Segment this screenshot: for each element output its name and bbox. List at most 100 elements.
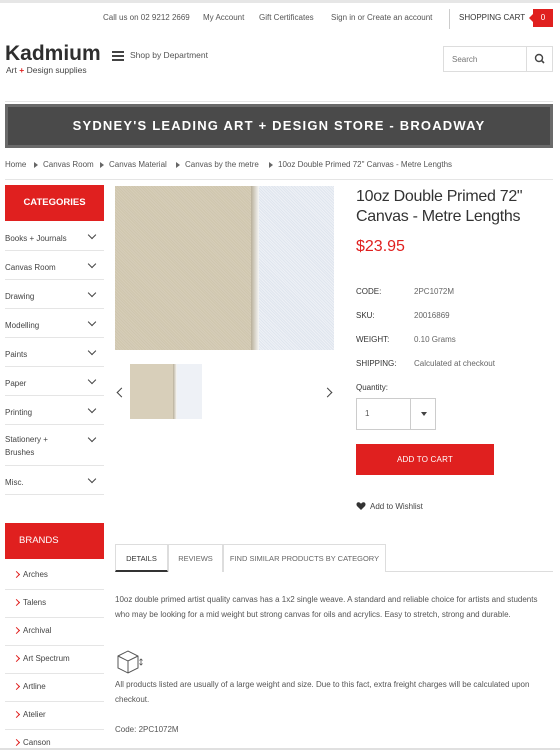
search-icon xyxy=(534,53,545,64)
category-drawing[interactable]: Drawing xyxy=(5,281,104,309)
chevron-right-icon xyxy=(12,598,21,607)
hamburger-icon xyxy=(112,51,124,61)
category-printing[interactable]: Printing xyxy=(5,397,104,425)
next-image-arrow-icon[interactable] xyxy=(322,387,333,398)
spec-value: 0.10 Grams xyxy=(414,335,456,344)
category-label: Paper xyxy=(5,379,27,388)
heart-icon xyxy=(356,502,366,510)
canvas-fold xyxy=(251,186,259,350)
category-modelling[interactable]: Modelling xyxy=(5,310,104,338)
canvas-primed-side xyxy=(255,186,334,350)
search-input[interactable] xyxy=(444,47,528,71)
chevron-right-icon xyxy=(12,570,21,579)
category-label: Modelling xyxy=(5,321,40,330)
shopping-cart-link[interactable]: SHOPPING CART xyxy=(459,13,525,22)
brand-label: Art Spectrum xyxy=(23,654,70,663)
logo-tagline-design: Design supplies xyxy=(26,65,87,75)
product-title: 10oz Double Primed 72" Canvas - Metre Le… xyxy=(356,188,523,225)
brand-label: Canson xyxy=(23,738,51,747)
caret-down-icon xyxy=(421,412,427,416)
chevron-down-icon[interactable] xyxy=(87,346,97,356)
chevron-down-icon[interactable] xyxy=(87,288,97,298)
logo-wordmark: Kadmium xyxy=(5,42,101,65)
brand-arches[interactable]: Arches xyxy=(5,562,104,590)
brand-art-spectrum[interactable]: Art Spectrum xyxy=(5,646,104,674)
tab-details[interactable]: DETAILS xyxy=(115,544,168,572)
chevron-down-icon[interactable] xyxy=(87,433,97,443)
category-label: Stationery + Brushes xyxy=(5,435,48,457)
breadcrumb-canvas-material[interactable]: Canvas Material xyxy=(109,160,167,169)
brand-archival[interactable]: Archival xyxy=(5,618,104,646)
brand-artline[interactable]: Artline xyxy=(5,674,104,702)
breadcrumb-home[interactable]: Home xyxy=(5,160,26,169)
category-label: Books + Journals xyxy=(5,234,67,243)
add-to-cart-button[interactable]: ADD TO CART xyxy=(356,444,494,475)
chevron-right-icon xyxy=(176,162,180,168)
chevron-down-icon[interactable] xyxy=(87,474,97,484)
cart-count-badge[interactable]: 0 xyxy=(529,9,553,27)
quantity-dropdown-toggle[interactable] xyxy=(410,399,436,429)
category-paper[interactable]: Paper xyxy=(5,368,104,396)
chevron-right-icon xyxy=(100,162,104,168)
quantity-label: Quantity: xyxy=(356,383,389,392)
box-icon xyxy=(117,650,143,674)
chevron-right-icon xyxy=(12,626,21,635)
chevron-down-icon[interactable] xyxy=(87,404,97,414)
top-strip xyxy=(0,0,560,3)
divider xyxy=(5,179,553,180)
quantity-select[interactable]: 1 xyxy=(356,398,436,430)
tab-find-similar[interactable]: FIND SIMILAR PRODUCTS BY CATEGORY xyxy=(223,544,386,572)
gift-certificates-link[interactable]: Gift Certificates xyxy=(259,13,314,22)
category-books-journals[interactable]: Books + Journals xyxy=(5,223,104,251)
category-stationery-brushes[interactable]: Stationery + Brushes xyxy=(5,426,104,466)
product-thumbnail[interactable] xyxy=(130,364,202,419)
shop-by-department-label: Shop by Department xyxy=(130,50,208,60)
category-label: Misc. xyxy=(5,478,24,487)
chevron-down-icon[interactable] xyxy=(87,375,97,385)
brands-heading: BRANDS xyxy=(5,523,104,559)
utility-nav: Call us on 02 9212 2669 My Account Gift … xyxy=(0,9,560,29)
chevron-right-icon xyxy=(12,710,21,719)
call-us-link[interactable]: Call us on 02 9212 2669 xyxy=(103,13,190,22)
divider xyxy=(449,9,450,29)
freight-note: All products listed are usually of a lar… xyxy=(115,680,530,704)
brand-talens[interactable]: Talens xyxy=(5,590,104,618)
category-label: Paints xyxy=(5,350,28,359)
product-description: 10oz double primed artist quality canvas… xyxy=(115,595,538,619)
spec-value: 20016869 xyxy=(414,311,450,320)
spec-key: SKU: xyxy=(356,311,375,320)
product-main-image[interactable] xyxy=(115,186,334,350)
spec-key: WEIGHT: xyxy=(356,335,390,344)
category-label: Printing xyxy=(5,408,33,417)
site-logo[interactable]: Kadmium Art + Design supplies xyxy=(5,42,105,76)
brand-label: Atelier xyxy=(23,710,46,719)
chevron-down-icon[interactable] xyxy=(87,259,97,269)
chevron-down-icon[interactable] xyxy=(87,230,97,240)
chevron-right-icon xyxy=(12,654,21,663)
spec-key: CODE: xyxy=(356,287,382,296)
breadcrumb-canvas-by-the-metre[interactable]: Canvas by the metre xyxy=(185,160,259,169)
search-button[interactable] xyxy=(526,47,552,71)
divider xyxy=(5,101,553,102)
category-label: Canvas Room xyxy=(5,263,56,272)
category-paints[interactable]: Paints xyxy=(5,339,104,367)
product-tabs: DETAILS REVIEWS FIND SIMILAR PRODUCTS BY… xyxy=(115,544,553,572)
my-account-link[interactable]: My Account xyxy=(203,13,244,22)
logo-tagline-art: Art xyxy=(6,65,17,75)
chevron-right-icon xyxy=(12,738,21,747)
chevron-right-icon xyxy=(34,162,38,168)
sign-in-link[interactable]: Sign in or Create an account xyxy=(331,13,432,22)
breadcrumb-canvas-room[interactable]: Canvas Room xyxy=(43,160,94,169)
logo-tagline: Art + Design supplies xyxy=(6,65,87,75)
previous-image-arrow-icon[interactable] xyxy=(116,387,127,398)
wishlist-label: Add to Wishlist xyxy=(370,502,423,511)
tab-reviews[interactable]: REVIEWS xyxy=(168,544,223,572)
brand-atelier[interactable]: Atelier xyxy=(5,702,104,730)
chevron-right-icon xyxy=(269,162,273,168)
product-code-line: Code: 2PC1072M xyxy=(115,725,179,734)
category-misc[interactable]: Misc. xyxy=(5,467,104,495)
category-canvas-room[interactable]: Canvas Room xyxy=(5,252,104,280)
product-price: $23.95 xyxy=(356,238,405,255)
brand-canson[interactable]: Canson xyxy=(5,730,104,756)
chevron-down-icon[interactable] xyxy=(87,317,97,327)
